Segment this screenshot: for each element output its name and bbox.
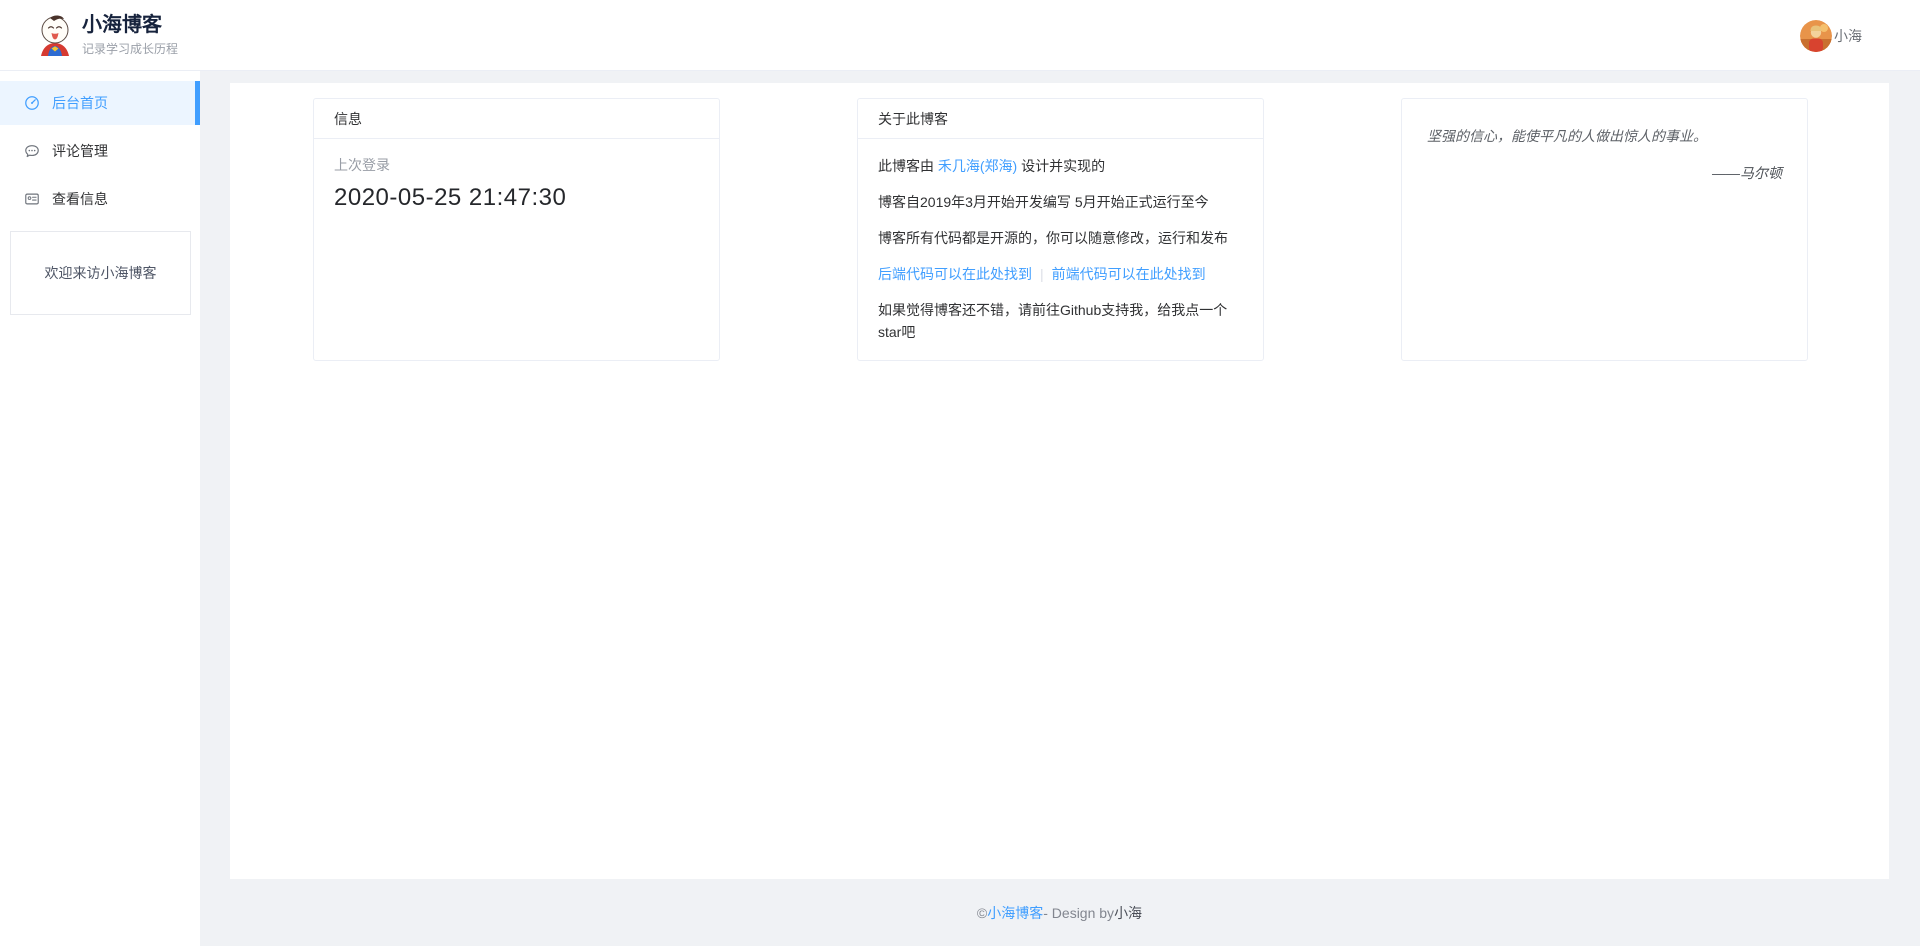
quote-text: 坚强的信心，能使平凡的人做出惊人的事业。 bbox=[1427, 126, 1782, 146]
user-menu[interactable]: 小海 bbox=[1800, 0, 1862, 71]
author-link[interactable]: 禾几海(郑海) bbox=[938, 158, 1017, 174]
site-title: 小海博客 bbox=[82, 13, 178, 37]
sidebar-item-label: 后台首页 bbox=[52, 93, 108, 113]
main-content: 信息 上次登录 2020-05-25 21:47:30 关于此博客 此博客由 禾… bbox=[230, 83, 1889, 879]
footer-middle-text: - Design by bbox=[1043, 905, 1114, 921]
sidebar-menu: 后台首页 评论管理 bbox=[0, 71, 200, 221]
cards-row: 信息 上次登录 2020-05-25 21:47:30 关于此博客 此博客由 禾… bbox=[230, 83, 1889, 361]
last-login-value: 2020-05-25 21:47:30 bbox=[334, 184, 699, 212]
footer-designer: 小海 bbox=[1114, 903, 1142, 923]
about-line1-prefix: 此博客由 bbox=[878, 158, 938, 174]
last-login-label: 上次登录 bbox=[334, 155, 699, 175]
welcome-text: 欢迎来访小海博客 bbox=[45, 263, 157, 283]
user-name: 小海 bbox=[1834, 26, 1862, 46]
quote-card: 坚强的信心，能使平凡的人做出惊人的事业。 ——马尔顿 bbox=[1401, 98, 1808, 361]
backend-code-link[interactable]: 后端代码可以在此处找到 bbox=[878, 266, 1032, 282]
about-card-title: 关于此博客 bbox=[858, 99, 1263, 139]
site-subtitle: 记录学习成长历程 bbox=[82, 40, 178, 57]
info-card-icon bbox=[24, 191, 40, 207]
copyright-symbol: © bbox=[977, 905, 987, 921]
about-card: 关于此博客 此博客由 禾几海(郑海) 设计并实现的 博客自2019年3月开始开发… bbox=[857, 98, 1264, 361]
sidebar-item-dashboard[interactable]: 后台首页 bbox=[0, 81, 200, 125]
frontend-code-link[interactable]: 前端代码可以在此处找到 bbox=[1052, 266, 1206, 282]
info-card: 信息 上次登录 2020-05-25 21:47:30 bbox=[313, 98, 720, 361]
about-line-opensource: 博客所有代码都是开源的，你可以随意修改，运行和发布 bbox=[878, 227, 1243, 249]
footer-site-link[interactable]: 小海博客 bbox=[987, 903, 1043, 923]
top-header: 小海博客 记录学习成长历程 小海 bbox=[0, 0, 1920, 71]
comments-icon bbox=[24, 143, 40, 159]
about-line1-suffix: 设计并实现的 bbox=[1017, 158, 1105, 174]
sidebar: 后台首页 评论管理 bbox=[0, 71, 200, 946]
page-footer: © 小海博客 - Design by 小海 bbox=[230, 879, 1889, 946]
link-divider: | bbox=[1040, 266, 1044, 282]
quote-author: ——马尔顿 bbox=[1427, 163, 1782, 183]
active-indicator bbox=[195, 81, 200, 125]
sidebar-item-view-info[interactable]: 查看信息 bbox=[0, 177, 200, 221]
dashboard-icon bbox=[24, 95, 40, 111]
about-line-code-links: 后端代码可以在此处找到 | 前端代码可以在此处找到 bbox=[878, 263, 1243, 285]
sidebar-item-label: 查看信息 bbox=[52, 189, 108, 209]
sidebar-item-label: 评论管理 bbox=[52, 141, 108, 161]
about-line-author: 此博客由 禾几海(郑海) 设计并实现的 bbox=[878, 155, 1243, 177]
welcome-box: 欢迎来访小海博客 bbox=[10, 231, 191, 315]
site-logo-icon bbox=[38, 14, 72, 56]
about-line-star: 如果觉得博客还不错，请前往Github支持我，给我点一个star吧 bbox=[878, 299, 1243, 343]
sidebar-item-comments[interactable]: 评论管理 bbox=[0, 129, 200, 173]
info-card-title: 信息 bbox=[314, 99, 719, 139]
about-line-history: 博客自2019年3月开始开发编写 5月开始正式运行至今 bbox=[878, 191, 1243, 213]
site-brand[interactable]: 小海博客 记录学习成长历程 bbox=[38, 13, 178, 57]
user-avatar bbox=[1800, 20, 1832, 52]
